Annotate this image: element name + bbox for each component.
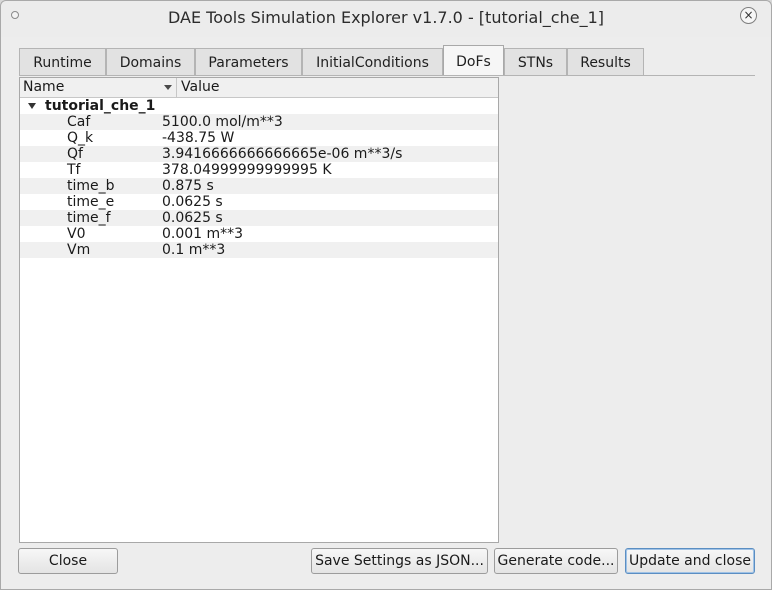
row-value: 5100.0 mol/m**3	[162, 114, 283, 130]
row-value: 0.001 m**3	[162, 226, 244, 242]
tree-row[interactable]: Tf 378.04999999999995 K	[20, 162, 498, 178]
row-name: time_f	[67, 210, 111, 226]
expand-arrow-icon[interactable]	[28, 103, 36, 109]
row-name: Qf	[67, 146, 83, 162]
save-settings-json-button[interactable]: Save Settings as JSON...	[311, 548, 488, 574]
tab-runtime[interactable]: Runtime	[19, 48, 106, 75]
row-value: 3.9416666666666665e-06 m**3/s	[162, 146, 403, 162]
tree-root-row[interactable]: tutorial_che_1	[20, 98, 498, 114]
tab-domains[interactable]: Domains	[106, 48, 195, 75]
tree-row[interactable]: time_e 0.0625 s	[20, 194, 498, 210]
row-name: Vm	[67, 242, 91, 258]
row-value: 0.0625 s	[162, 194, 223, 210]
row-name: time_e	[67, 194, 115, 210]
sort-down-icon	[164, 85, 172, 90]
row-name: Caf	[67, 114, 91, 130]
tree-row[interactable]: time_b 0.875 s	[20, 178, 498, 194]
row-name: Tf	[67, 162, 81, 178]
row-value: 0.0625 s	[162, 210, 223, 226]
row-name: time_b	[67, 178, 115, 194]
column-header-name[interactable]: Name	[20, 78, 177, 98]
close-window-icon[interactable]: ×	[740, 7, 757, 24]
column-header-value[interactable]: Value	[178, 78, 219, 98]
tree-row[interactable]: Caf 5100.0 mol/m**3	[20, 114, 498, 130]
column-header-name-label: Name	[23, 79, 65, 95]
tree-row[interactable]: Q_k -438.75 W	[20, 130, 498, 146]
row-value: 378.04999999999995 K	[162, 162, 332, 178]
window-title: DAE Tools Simulation Explorer v1.7.0 - […	[167, 8, 604, 27]
tree-row[interactable]: Qf 3.9416666666666665e-06 m**3/s	[20, 146, 498, 162]
row-name: Q_k	[67, 130, 94, 146]
close-button[interactable]: Close	[18, 548, 118, 574]
tree-header: Name Value	[20, 78, 498, 98]
simulation-explorer-window: DAE Tools Simulation Explorer v1.7.0 - […	[0, 0, 772, 590]
generate-code-button[interactable]: Generate code...	[494, 548, 618, 574]
tree-row[interactable]: Vm 0.1 m**3	[20, 242, 498, 258]
tab-results[interactable]: Results	[567, 48, 644, 75]
tree-row[interactable]: time_f 0.0625 s	[20, 210, 498, 226]
update-and-close-button[interactable]: Update and close	[625, 548, 755, 574]
tree-row[interactable]: V0 0.001 m**3	[20, 226, 498, 242]
row-value: -438.75 W	[162, 130, 235, 146]
row-value: 0.1 m**3	[162, 242, 226, 258]
tree-body: tutorial_che_1 Caf 5100.0 mol/m**3 Q_k -…	[20, 98, 498, 258]
tab-initialconditions[interactable]: InitialConditions	[302, 48, 443, 75]
tab-stns[interactable]: STNs	[504, 48, 567, 75]
tree-root-label: tutorial_che_1	[45, 98, 156, 114]
title-bar[interactable]: DAE Tools Simulation Explorer v1.7.0 - […	[1, 1, 771, 37]
row-name: V0	[67, 226, 86, 242]
row-value: 0.875 s	[162, 178, 214, 194]
dofs-tree-view[interactable]: Name Value tutorial_che_1 Caf 5100.0 mol…	[19, 77, 499, 543]
tab-dofs[interactable]: DoFs	[443, 45, 504, 75]
tab-parameters[interactable]: Parameters	[195, 48, 302, 75]
